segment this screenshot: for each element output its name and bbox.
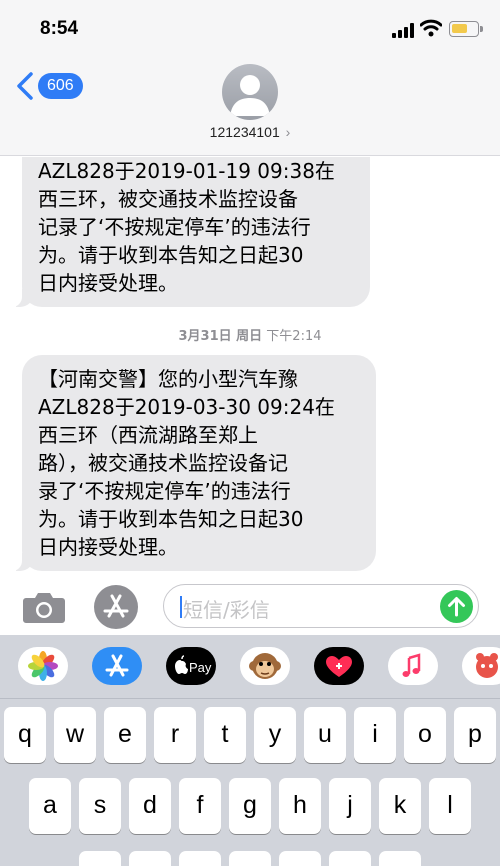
message-line: 【河南交警】您的小型汽车豫 — [38, 367, 298, 391]
key-y[interactable]: y — [254, 707, 296, 763]
key-h[interactable]: h — [279, 778, 321, 834]
message-line: 路），被交通技术监控设备记 — [38, 451, 288, 475]
message-line: AZL828于2019-03-30 09:24在 — [38, 395, 335, 419]
key-d[interactable]: d — [129, 778, 171, 834]
key-g[interactable]: g — [229, 778, 271, 834]
key-s[interactable]: s — [79, 778, 121, 834]
back-button[interactable]: 606 — [16, 70, 86, 102]
cellular-signal-icon — [392, 22, 416, 38]
message-line: 西三环，被交通技术监控设备 — [38, 187, 298, 211]
battery-icon — [449, 21, 483, 37]
compose-bar: 短信/彩信 — [0, 577, 500, 635]
chevron-right-icon: › — [285, 124, 291, 140]
contact-avatar[interactable] — [222, 64, 278, 120]
conversation-header: 8:54 606 121234101 › — [0, 0, 500, 156]
person-icon — [230, 75, 270, 116]
camera-icon[interactable] — [22, 590, 66, 624]
contact-number: 121234101 — [209, 124, 280, 140]
key-t[interactable]: t — [204, 707, 246, 763]
arrow-up-icon — [448, 597, 465, 617]
apple-pay-icon[interactable]: Pay — [166, 647, 216, 685]
message-line: 西三环（西流湖路至郑上 — [38, 423, 258, 447]
sticker-icon[interactable] — [462, 647, 500, 685]
key-i[interactable]: i — [354, 707, 396, 763]
app-store-icon[interactable] — [92, 647, 142, 685]
status-time: 8:54 — [40, 18, 79, 39]
message-timestamp: 3月31日 周日 下午2:14 — [0, 325, 500, 344]
message-thread[interactable]: AZL828于2019-01-19 09:38在 西三环，被交通技术监控设备 记… — [0, 157, 500, 577]
key-x[interactable] — [129, 851, 171, 866]
app-store-button[interactable] — [94, 585, 138, 629]
svg-text:Pay: Pay — [189, 660, 212, 675]
key-z[interactable] — [79, 851, 121, 866]
music-icon[interactable] — [388, 647, 438, 685]
timestamp-time: 下午2:14 — [266, 329, 322, 344]
heart-icon[interactable] — [314, 647, 364, 685]
message-line: 录了‘不按规定停车’的违法行 — [38, 479, 291, 503]
key-p[interactable]: p — [454, 707, 496, 763]
key-r[interactable]: r — [154, 707, 196, 763]
key-j[interactable]: j — [329, 778, 371, 834]
key-v[interactable] — [229, 851, 271, 866]
message-line: 为。请于收到本告知之日起30 — [38, 507, 304, 531]
key-f[interactable]: f — [179, 778, 221, 834]
key-b[interactable] — [279, 851, 321, 866]
message-input-placeholder: 短信/彩信 — [183, 598, 270, 622]
app-store-icon — [103, 594, 129, 618]
message-line: 记录了‘不按规定停车’的违法行 — [38, 215, 311, 239]
unread-count-badge: 606 — [38, 73, 83, 99]
key-m[interactable] — [379, 851, 421, 866]
message-line: 日内接受处理。 — [38, 271, 178, 295]
text-caret — [180, 596, 182, 618]
imessage-app-strip: Pay — [0, 635, 500, 699]
message-input[interactable]: 短信/彩信 — [163, 584, 479, 628]
message-line: 为。请于收到本告知之日起30 — [38, 243, 304, 267]
messages-screen: 8:54 606 121234101 › AZL828于2019-01-19 0… — [0, 0, 500, 866]
key-n[interactable] — [329, 851, 371, 866]
contact-name[interactable]: 121234101 › — [0, 124, 500, 140]
key-k[interactable]: k — [379, 778, 421, 834]
message-bubble[interactable]: 【河南交警】您的小型汽车豫 AZL828于2019-03-30 09:24在 西… — [8, 355, 376, 571]
monkey-icon[interactable] — [240, 647, 290, 685]
keyboard: Pay q w e r t y u i o p a s d f g h j k … — [0, 635, 500, 866]
key-l[interactable]: l — [429, 778, 471, 834]
key-w[interactable]: w — [54, 707, 96, 763]
key-a[interactable]: a — [29, 778, 71, 834]
chevron-left-icon — [17, 72, 33, 100]
message-line: AZL828于2019-01-19 09:38在 — [38, 159, 335, 183]
message-bubble[interactable]: AZL828于2019-01-19 09:38在 西三环，被交通技术监控设备 记… — [8, 157, 370, 307]
key-u[interactable]: u — [304, 707, 346, 763]
key-e[interactable]: e — [104, 707, 146, 763]
key-q[interactable]: q — [4, 707, 46, 763]
send-button[interactable] — [440, 590, 473, 623]
key-o[interactable]: o — [404, 707, 446, 763]
wifi-icon — [420, 19, 442, 37]
photos-icon[interactable] — [18, 647, 68, 685]
timestamp-date: 3月31日 周日 — [178, 329, 263, 344]
message-line: 日内接受处理。 — [38, 535, 178, 559]
key-c[interactable] — [179, 851, 221, 866]
